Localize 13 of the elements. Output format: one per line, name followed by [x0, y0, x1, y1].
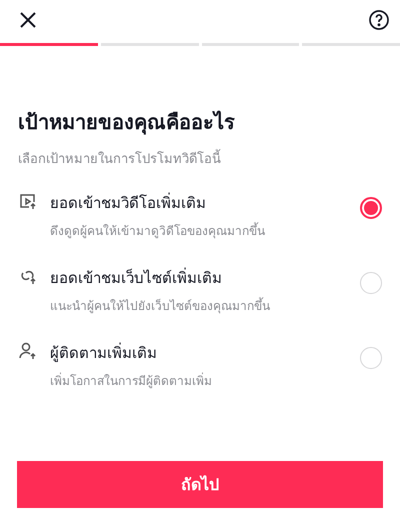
- next-button[interactable]: ถัดไป: [17, 461, 383, 508]
- option-description: แนะนำผู้คนให้ไปยังเว็บไซต์ของคุณมากขึ้น: [50, 296, 271, 315]
- option-description: เพิ่มโอกาสในการมีผู้ติดตามเพิ่ม: [50, 372, 213, 390]
- page-subtitle: เลือกเป้าหมายในการโปรโมทวิดีโอนี้: [18, 148, 382, 169]
- page-title: เป้าหมายของคุณคืออะไร: [18, 109, 236, 137]
- radio-button[interactable]: [360, 197, 382, 219]
- option-title[interactable]: ผู้ติดตามเพิ่มเติม: [50, 341, 348, 365]
- person-upload-icon: [18, 341, 38, 361]
- close-button[interactable]: [18, 10, 38, 30]
- option-description: ดึงดูดผู้คนให้เข้ามาดูวิดีโอของคุณมากขึ้น: [50, 221, 266, 240]
- option-title[interactable]: ยอดเข้าชมเว็บไซต์เพิ่มเติม: [50, 266, 348, 290]
- help-button[interactable]: [368, 9, 390, 31]
- option-title[interactable]: ยอดเข้าชมวิดีโอเพิ่มเติม: [50, 191, 348, 215]
